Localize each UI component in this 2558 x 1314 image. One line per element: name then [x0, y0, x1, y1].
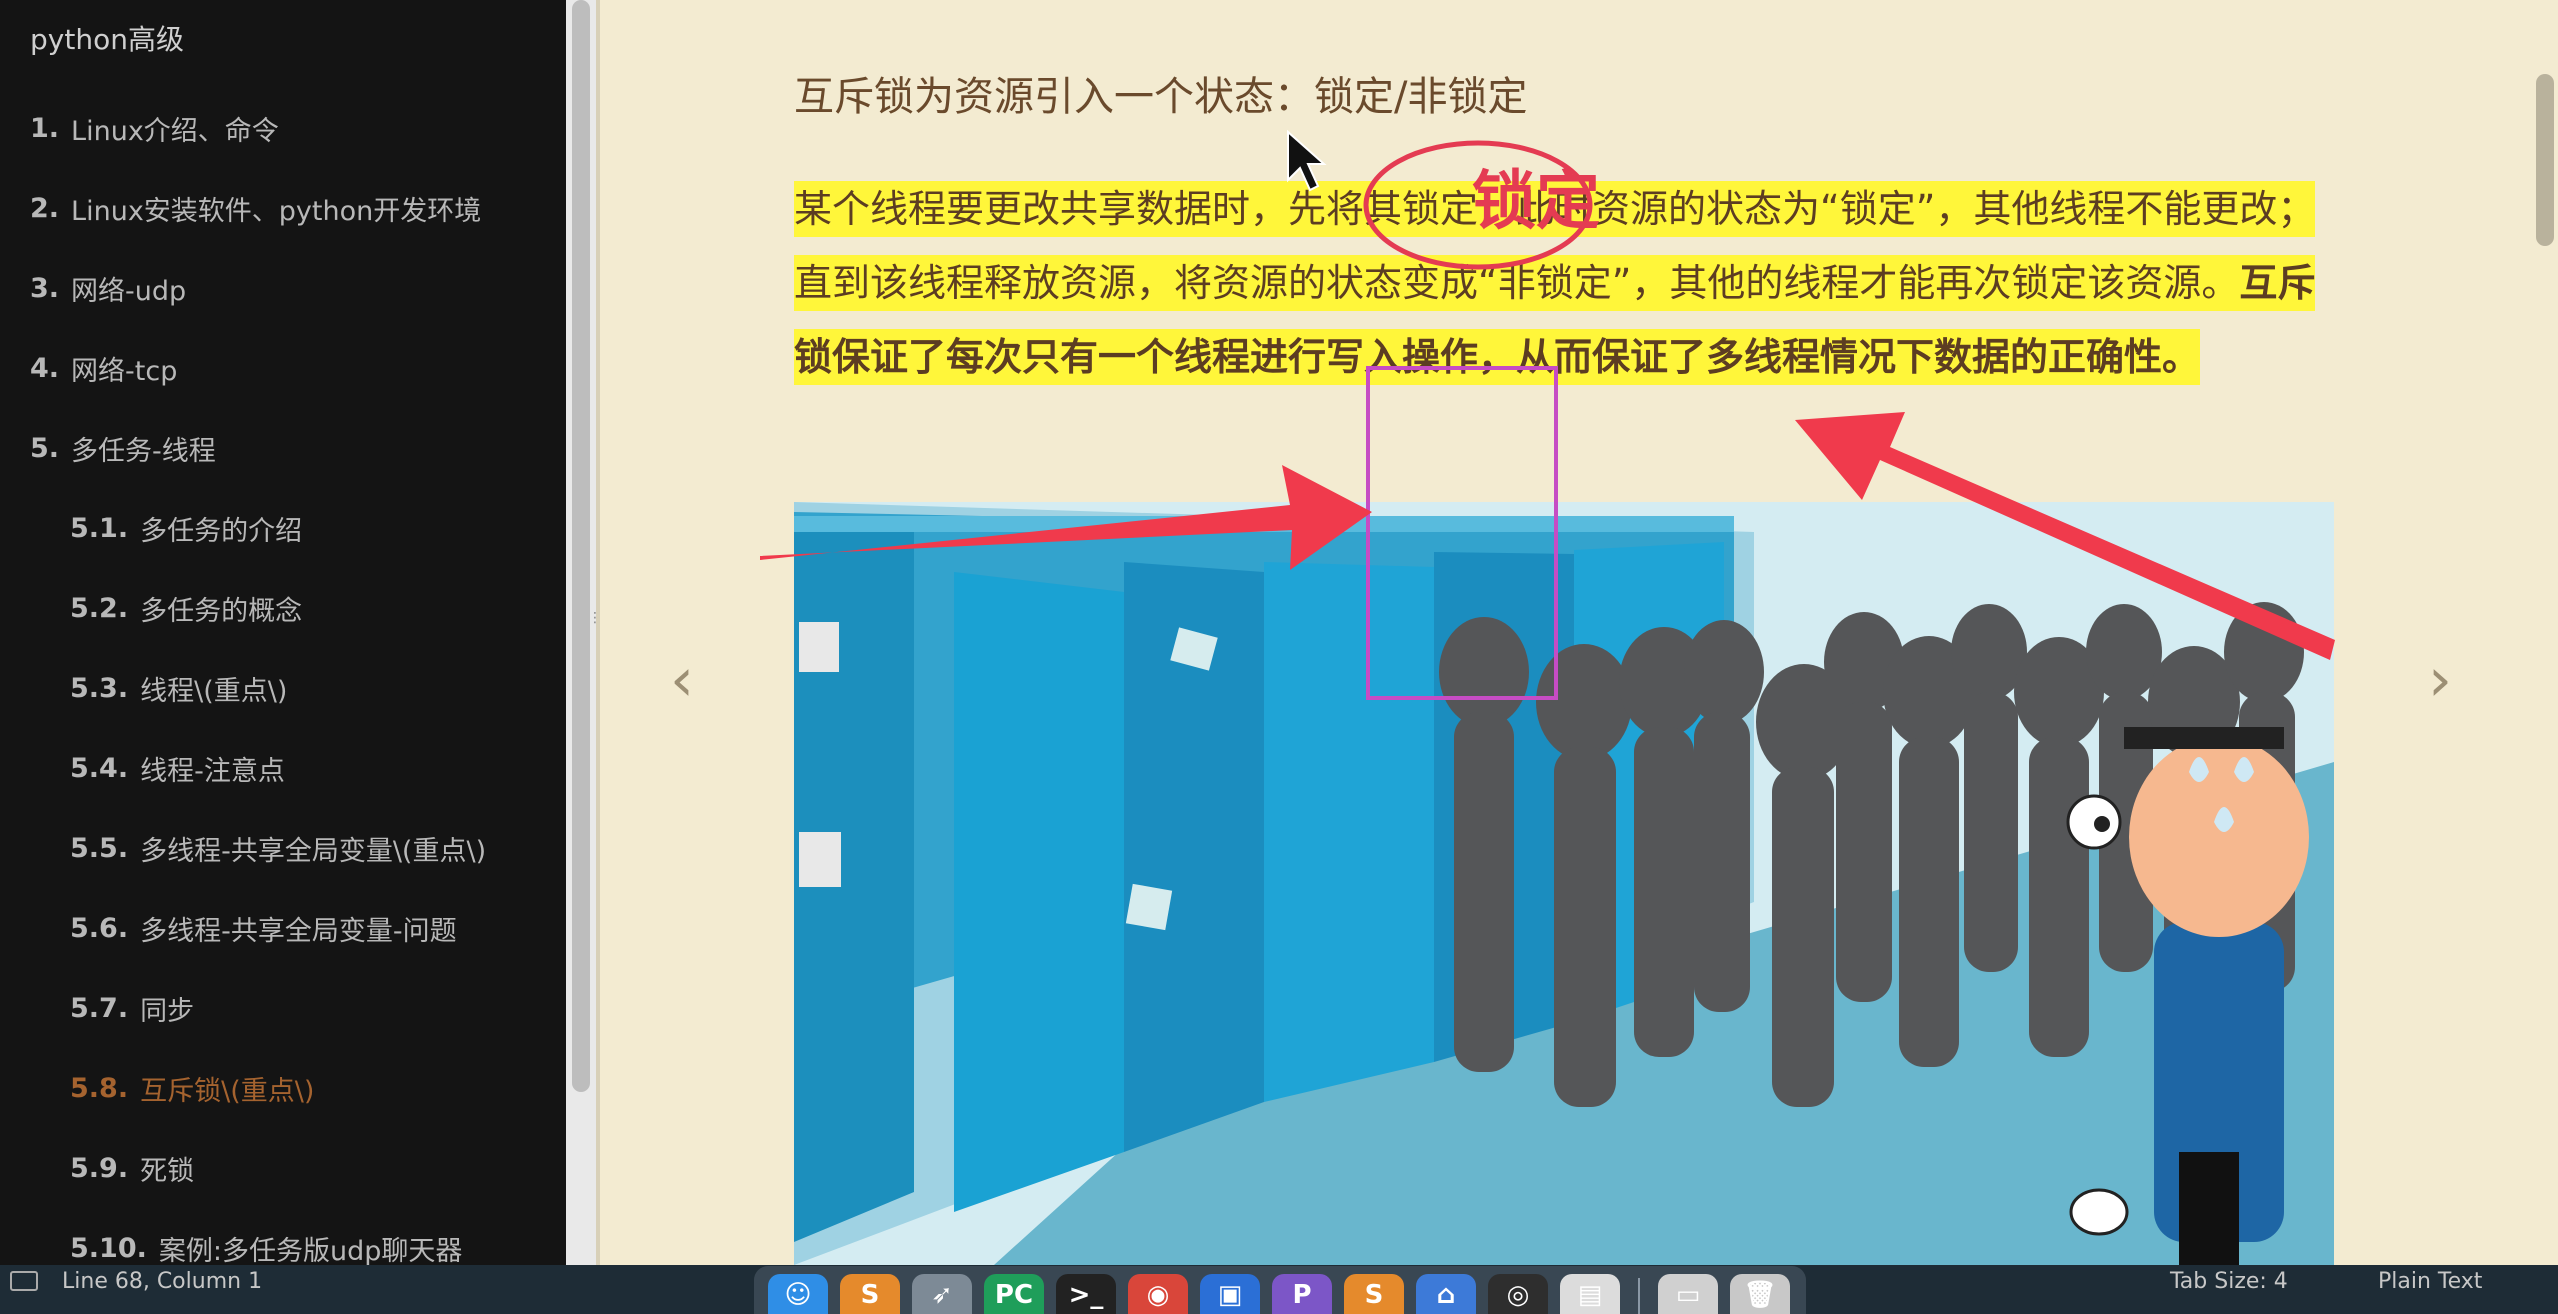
- toc-item-label: 线程\(重点\): [140, 675, 288, 707]
- keynote-icon[interactable]: ⌂: [1416, 1274, 1476, 1314]
- toc-item-label: 多任务的概念: [140, 595, 303, 627]
- toc-item[interactable]: 4. 网络-tcp: [0, 328, 560, 408]
- terminal-icon[interactable]: >_: [1056, 1274, 1116, 1314]
- lock-annotation-text: 锁定: [1472, 165, 1600, 239]
- toilet-queue-illustration: [794, 502, 2334, 1265]
- p-app-icon[interactable]: P: [1272, 1274, 1332, 1314]
- dock: ☺ S ➶ PC >_ ◉ ▣ P S ⌂ ◎ ▤ ▭ 🗑: [754, 1266, 1806, 1314]
- toc-item-label: 互斥锁\(重点\): [140, 1075, 315, 1107]
- toc-item[interactable]: 5.10. 案例:多任务版udp聊天器: [0, 1208, 560, 1266]
- toc-item[interactable]: 5.3. 线程\(重点\): [0, 648, 560, 728]
- preview-icon[interactable]: ▤: [1560, 1274, 1620, 1314]
- toc-item-label: 多任务-线程: [71, 435, 216, 467]
- toc-item-number: 5.5.: [70, 832, 129, 864]
- toc-item-label: 案例:多任务版udp聊天器: [158, 1235, 463, 1266]
- toc-item[interactable]: 5. 多任务-线程: [0, 408, 560, 488]
- book-title[interactable]: python高级: [30, 18, 184, 58]
- table-of-contents-sidebar: python高级 1. Linux介绍、命令 2. Linux安装软件、python开…: [0, 0, 566, 1265]
- toc-item-label: 死锁: [140, 1155, 195, 1187]
- toc-item-number: 5.9.: [70, 1152, 129, 1184]
- toc-item-label: 网络-tcp: [71, 355, 178, 387]
- sublime-icon-2[interactable]: S: [1344, 1274, 1404, 1314]
- toc-item-number: 5.: [30, 432, 60, 464]
- next-page-arrow[interactable]: ›: [2428, 650, 2452, 710]
- pycharm-icon[interactable]: PC: [984, 1274, 1044, 1314]
- sublime-icon[interactable]: S: [840, 1274, 900, 1314]
- toc-item-label: 同步: [140, 995, 195, 1027]
- toc-item[interactable]: 1. Linux介绍、命令: [0, 88, 560, 168]
- rocket-icon[interactable]: ➶: [912, 1274, 972, 1314]
- syntax-mode[interactable]: Plain Text: [2378, 1269, 2482, 1294]
- toc-item[interactable]: 5.7. 同步: [0, 968, 560, 1048]
- toc-item-number: 5.1.: [70, 512, 129, 544]
- chrome-icon[interactable]: ◉: [1128, 1274, 1188, 1314]
- toc-item-label: 多线程-共享全局变量-问题: [140, 915, 457, 947]
- tab-size[interactable]: Tab Size: 4: [2170, 1269, 2288, 1294]
- toc-item[interactable]: 5.1. 多任务的介绍: [0, 488, 560, 568]
- toc-item-number: 5.2.: [70, 592, 129, 624]
- toc-item-number: 5.10.: [70, 1232, 147, 1264]
- toc-item-number: 2.: [30, 192, 60, 224]
- toc-item-number: 5.6.: [70, 912, 129, 944]
- toc-item-label: Linux介绍、命令: [71, 115, 279, 147]
- toc-item-number: 4.: [30, 352, 60, 384]
- toc-item-label: 网络-udp: [71, 275, 187, 307]
- toc-item-label: Linux安装软件、python开发环境: [71, 195, 482, 227]
- split-grip-icon[interactable]: ⋮: [588, 610, 602, 638]
- toc-item-label: 多任务的介绍: [140, 515, 303, 547]
- toc-item-number: 5.4.: [70, 752, 129, 784]
- toc-list: 1. Linux介绍、命令 2. Linux安装软件、python开发环境 3. 网络-u…: [0, 88, 560, 1266]
- toc-item[interactable]: 5.6. 多线程-共享全局变量-问题: [0, 888, 560, 968]
- screenshot-icon[interactable]: ▣: [1200, 1274, 1260, 1314]
- toc-item-number: 5.8.: [70, 1072, 129, 1104]
- toc-item-label: 多线程-共享全局变量\(重点\): [140, 835, 487, 867]
- document-icon[interactable]: ▭: [1658, 1274, 1718, 1314]
- prev-page-arrow[interactable]: ‹: [670, 650, 694, 710]
- toc-item[interactable]: 3. 网络-udp: [0, 248, 560, 328]
- toc-item[interactable]: 5.4. 线程-注意点: [0, 728, 560, 808]
- toc-item-number: 5.7.: [70, 992, 129, 1024]
- cursor-position[interactable]: Line 68, Column 1: [62, 1269, 262, 1294]
- dock-separator: [1638, 1278, 1640, 1314]
- panel-toggle-icon[interactable]: [10, 1271, 38, 1291]
- toc-item[interactable]: 5.8. 互斥锁\(重点\): [0, 1048, 560, 1128]
- toc-item-number: 3.: [30, 272, 60, 304]
- toc-item[interactable]: 5.2. 多任务的概念: [0, 568, 560, 648]
- content-scrollbar[interactable]: [2536, 74, 2554, 246]
- toc-item[interactable]: 2. Linux安装软件、python开发环境: [0, 168, 560, 248]
- toc-item-number: 5.3.: [70, 672, 129, 704]
- section-heading: 互斥锁为资源引入一个状态：锁定/非锁定: [794, 74, 1528, 120]
- toc-item-number: 1.: [30, 112, 60, 144]
- toc-item-label: 线程-注意点: [140, 755, 285, 787]
- toc-item[interactable]: 5.9. 死锁: [0, 1128, 560, 1208]
- obs-icon[interactable]: ◎: [1488, 1274, 1548, 1314]
- toc-item[interactable]: 5.5. 多线程-共享全局变量\(重点\): [0, 808, 560, 888]
- trash-icon[interactable]: 🗑: [1730, 1274, 1790, 1314]
- finder-icon[interactable]: ☺: [768, 1274, 828, 1314]
- sidebar-scrollbar[interactable]: [572, 0, 590, 1092]
